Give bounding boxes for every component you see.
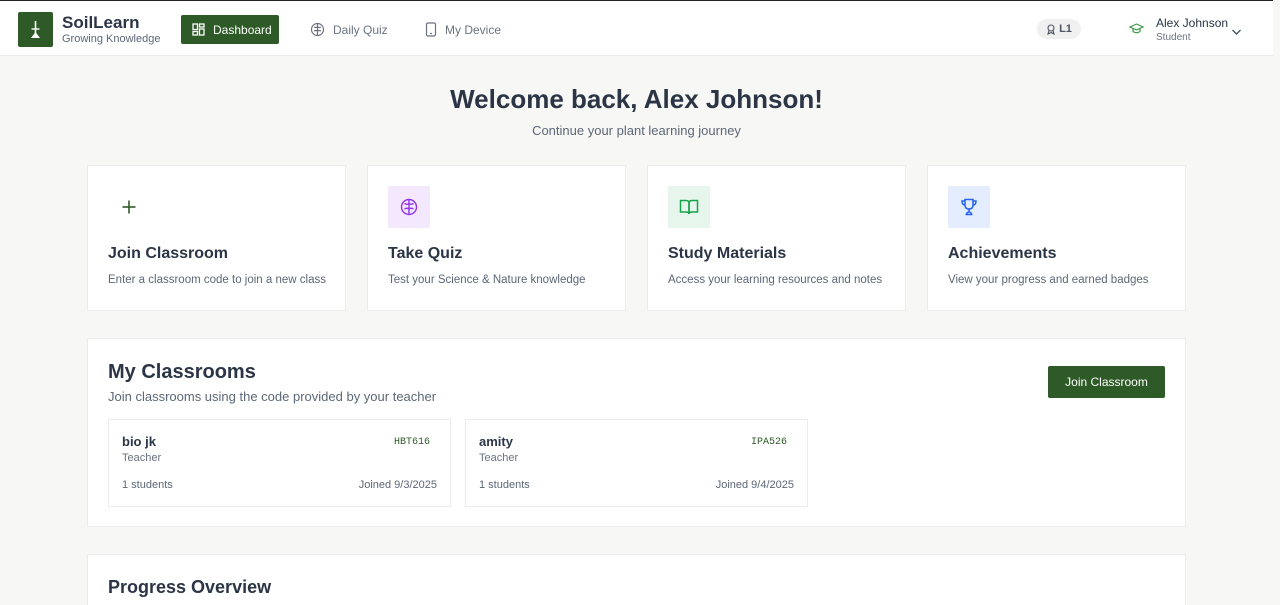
classrooms-title: My Classrooms [108, 361, 256, 383]
brain-icon [310, 22, 325, 37]
classroom-student-count: 1 students [122, 479, 173, 491]
join-classroom-button[interactable]: Join Classroom [1048, 366, 1165, 398]
level-label: L1 [1059, 23, 1072, 35]
classroom-card[interactable]: bio jk Teacher HBT616 1 students Joined … [108, 419, 451, 507]
classroom-code: HBT616 [393, 437, 430, 448]
progress-panel: Progress Overview [87, 554, 1186, 605]
classroom-name: bio jk [122, 434, 156, 449]
nav-dashboard-label: Dashboard [213, 22, 272, 37]
card-study-materials[interactable]: Study Materials Access your learning res… [647, 165, 906, 311]
card-title: Take Quiz [388, 245, 463, 262]
progress-title: Progress Overview [108, 577, 272, 597]
card-description: Enter a classroom code to join a new cla… [108, 274, 326, 286]
card-achievements[interactable]: Achievements View your progress and earn… [927, 165, 1186, 311]
card-title: Join Classroom [108, 245, 229, 262]
user-role: Student [1156, 32, 1191, 43]
logo-icon[interactable] [18, 12, 53, 47]
brain-icon [388, 186, 430, 228]
graduation-cap-icon [1128, 22, 1145, 40]
nav-my-device-label: My Device [445, 22, 502, 37]
nav-daily-quiz-label: Daily Quiz [333, 22, 388, 37]
top-navbar: SoilLearn Growing Knowledge Dashboard Da… [0, 0, 1273, 56]
card-description: Access your learning resources and notes [668, 274, 883, 286]
card-description: Test your Science & Nature knowledge [388, 274, 586, 286]
card-title: Study Materials [668, 245, 787, 262]
app-tagline: Growing Knowledge [62, 33, 161, 45]
classroom-card[interactable]: amity Teacher IPA526 1 students Joined 9… [465, 419, 808, 507]
trophy-icon [948, 186, 990, 228]
card-join-classroom[interactable]: Join Classroom Enter a classroom code to… [87, 165, 346, 311]
phone-icon [425, 22, 437, 37]
user-name[interactable]: Alex Johnson [1156, 16, 1228, 30]
card-description: View your progress and earned badges [948, 274, 1149, 286]
nav-daily-quiz[interactable]: Daily Quiz [310, 15, 388, 44]
welcome-title: Welcome back, Alex Johnson! [450, 84, 823, 114]
classroom-name: amity [479, 434, 513, 449]
card-take-quiz[interactable]: Take Quiz Test your Science & Nature kno… [367, 165, 626, 311]
classroom-student-count: 1 students [479, 479, 530, 491]
classroom-role: Teacher [479, 452, 519, 464]
plus-icon [108, 186, 150, 228]
card-title: Achievements [948, 245, 1057, 262]
classrooms-subtitle: Join classrooms using the code provided … [108, 389, 437, 404]
classroom-code: IPA526 [750, 437, 787, 448]
chevron-down-icon[interactable] [1231, 23, 1242, 41]
classroom-role: Teacher [122, 452, 162, 464]
classrooms-panel: My Classrooms Join classrooms using the … [87, 338, 1186, 527]
nav-dashboard[interactable]: Dashboard [181, 15, 279, 44]
welcome-subtitle: Continue your plant learning journey [532, 123, 741, 138]
app-name[interactable]: SoilLearn [62, 13, 139, 33]
nav-my-device[interactable]: My Device [425, 15, 501, 44]
award-icon [1046, 23, 1056, 35]
classroom-joined-date: Joined 9/3/2025 [358, 479, 437, 491]
book-icon [668, 186, 710, 228]
classroom-joined-date: Joined 9/4/2025 [715, 479, 794, 491]
dashboard-grid-icon [192, 23, 205, 36]
level-badge: L1 [1037, 19, 1081, 39]
